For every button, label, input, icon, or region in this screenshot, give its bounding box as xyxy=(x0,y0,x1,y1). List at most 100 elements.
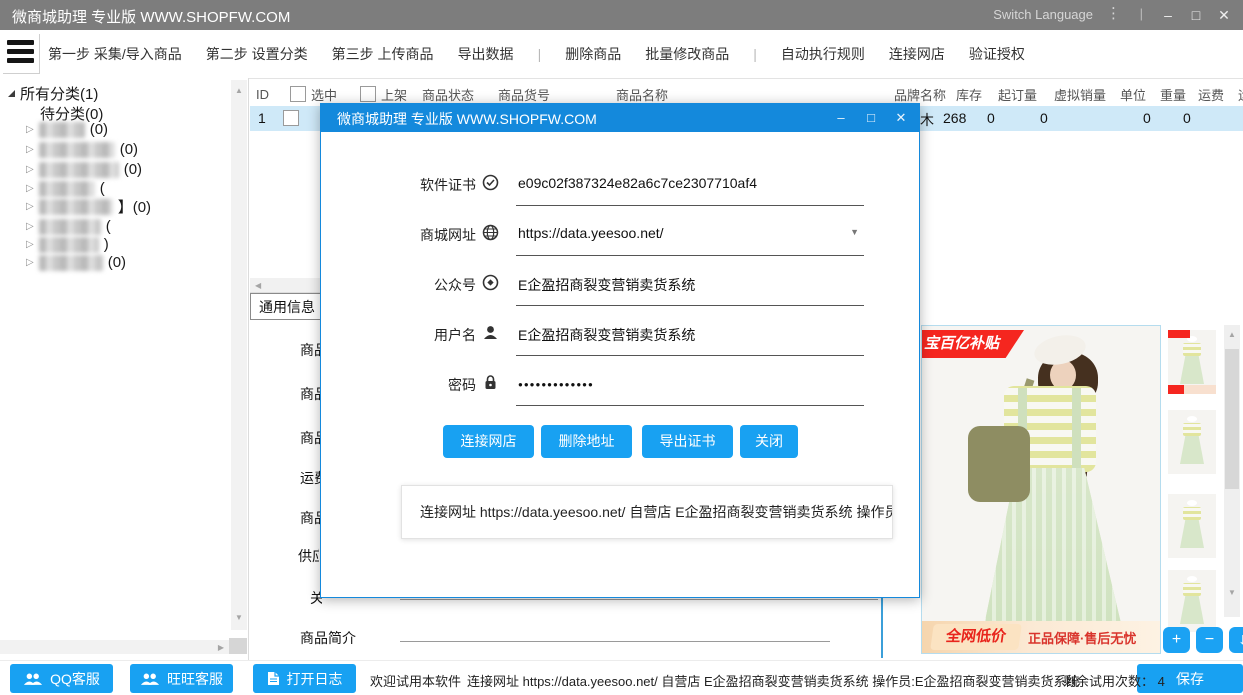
dialog-title: 微商城助理 专业版 WWW.SHOPFW.COM xyxy=(337,109,597,129)
scrollbar-thumb[interactable] xyxy=(1225,349,1239,489)
select-all-checkbox[interactable] xyxy=(290,86,306,102)
col-virtual-sales[interactable]: 虚拟销量 xyxy=(1054,85,1120,104)
tree-item-censored[interactable]: ▷ ) xyxy=(26,235,109,254)
dialog-minimize-button[interactable]: – xyxy=(829,106,853,130)
figure-bag-art xyxy=(968,426,1030,502)
tree-item-censored[interactable]: ▷ (0) xyxy=(26,160,142,179)
menu-step2-category[interactable]: 第二步 设置分类 xyxy=(206,44,308,64)
qq-support-button[interactable]: QQ客服 xyxy=(10,664,113,693)
tree-item-censored[interactable]: ▷ (0) xyxy=(26,253,126,272)
thumbnail-4[interactable] xyxy=(1168,570,1216,632)
thumbnail-1[interactable] xyxy=(1168,330,1216,394)
tree-item-censored[interactable]: ▷ (0) xyxy=(26,120,108,139)
scroll-down-icon[interactable]: ▼ xyxy=(235,613,243,622)
certificate-field-row: 软件证书 e09c02f387324e82a6c7ce2307710af4 xyxy=(321,172,919,206)
tree-item-censored[interactable]: ▷ (0) xyxy=(26,140,138,159)
menu-verify-auth[interactable]: 验证授权 xyxy=(969,44,1025,64)
move-down-button[interactable]: ↓ xyxy=(1229,627,1243,653)
minimize-button[interactable]: – xyxy=(1155,3,1181,27)
keyword-input[interactable] xyxy=(400,599,878,600)
close-button[interactable]: ✕ xyxy=(1211,3,1237,27)
trial-count-text: 剩余试用次数： 4 xyxy=(1063,671,1165,690)
titlebar-separator: | xyxy=(1140,6,1143,21)
col-brand[interactable]: 品牌名称 xyxy=(894,85,956,104)
menu-delete-product[interactable]: 删除商品 xyxy=(565,44,621,64)
menu-auto-rules[interactable]: 自动执行规则 xyxy=(781,44,865,64)
tree-item-count: (0) xyxy=(124,161,142,178)
tree-root-all-categories[interactable]: 所有分类(1) xyxy=(8,84,98,103)
col-stock[interactable]: 库存 xyxy=(956,85,998,104)
menu-connect-shop[interactable]: 连接网店 xyxy=(889,44,945,64)
col-weight[interactable]: 重量 xyxy=(1160,85,1198,104)
col-listed[interactable]: 上架 xyxy=(360,85,422,104)
username-label: 用户名 xyxy=(379,325,476,345)
welcome-text: 欢迎试用本软件 xyxy=(370,671,461,690)
product-image-preview[interactable]: 宝百亿补贴 全网低价 正品保障·售后无忧 xyxy=(921,325,1161,654)
export-certificate-button[interactable]: 导出证书 xyxy=(642,425,733,458)
dialog-maximize-button[interactable]: □ xyxy=(859,106,883,130)
hamburger-menu-icon[interactable] xyxy=(2,33,39,73)
tree-item-censored[interactable]: ▷ ( xyxy=(26,217,111,236)
shop-url-select[interactable]: https://data.yeesoo.net/ xyxy=(518,225,664,241)
official-account-label: 公众号 xyxy=(379,275,476,295)
thumbnail-scrollbar[interactable]: ▲ ▼ xyxy=(1224,325,1240,617)
col-sku[interactable]: 商品货号 xyxy=(498,85,616,104)
password-input[interactable]: ●●●●●●●●●●●●● xyxy=(518,380,594,389)
scroll-left-icon[interactable]: ◀ xyxy=(255,281,261,290)
connect-shop-button[interactable]: 连接网店 xyxy=(443,425,534,458)
scroll-right-icon[interactable]: ▶ xyxy=(218,643,224,652)
censored-label xyxy=(39,219,101,235)
menu-export-data[interactable]: 导出数据 xyxy=(458,44,514,64)
maximize-button[interactable]: □ xyxy=(1183,3,1209,27)
menu-step1-import[interactable]: 第一步 采集/导入商品 xyxy=(48,44,182,64)
menu-step3-upload[interactable]: 第三步 上传商品 xyxy=(332,44,434,64)
dropdown-caret-icon[interactable]: ▼ xyxy=(850,227,859,237)
col-min-order[interactable]: 起订量 xyxy=(998,85,1054,104)
username-field-row: 用户名 E企盈招商裂变营销卖货系统 xyxy=(321,322,919,356)
zoom-in-button[interactable]: + xyxy=(1163,627,1190,653)
zoom-out-button[interactable]: − xyxy=(1196,627,1223,653)
subsidy-badge: 宝百亿补贴 xyxy=(922,330,1024,358)
delete-address-button[interactable]: 删除地址 xyxy=(541,425,632,458)
shop-url-field-row: 商城网址 https://data.yeesoo.net/ ▼ xyxy=(321,222,919,256)
thumb-banner xyxy=(1168,385,1216,394)
window-titlebar: 微商城助理 专业版 WWW.SHOPFW.COM Switch Language… xyxy=(0,0,1243,30)
menu-dots-icon[interactable]: ⋮ xyxy=(1106,4,1121,22)
sidebar-horizontal-scrollbar[interactable]: ▶ xyxy=(0,640,230,654)
thumbnail-3[interactable] xyxy=(1168,494,1216,558)
close-dialog-button[interactable]: 关闭 xyxy=(740,425,798,458)
official-account-input[interactable]: E企盈招商裂变营销卖货系统 xyxy=(518,275,695,295)
col-selected[interactable]: 选中 xyxy=(290,85,360,104)
tree-item-count: 】(0) xyxy=(118,196,151,217)
col-unit[interactable]: 单位 xyxy=(1120,85,1160,104)
col-shipping-template[interactable]: 运费模板 xyxy=(1238,85,1243,104)
guarantee-text: 正品保障·售后无忧 xyxy=(1028,628,1136,647)
scroll-down-icon[interactable]: ▼ xyxy=(1228,588,1236,597)
window-title: 微商城助理 专业版 WWW.SHOPFW.COM xyxy=(12,6,290,27)
description-input[interactable] xyxy=(400,641,830,642)
scroll-up-icon[interactable]: ▲ xyxy=(1228,330,1236,339)
wangwang-support-button[interactable]: 旺旺客服 xyxy=(130,664,233,693)
password-field-row: 密码 ●●●●●●●●●●●●● xyxy=(321,372,919,406)
scroll-up-icon[interactable]: ▲ xyxy=(235,86,243,95)
certificate-input[interactable]: e09c02f387324e82a6c7ce2307710af4 xyxy=(518,175,757,191)
tree-item-censored[interactable]: ▷ 】(0) xyxy=(26,197,151,216)
list-all-checkbox[interactable] xyxy=(360,86,376,102)
menu-batch-edit[interactable]: 批量修改商品 xyxy=(645,44,729,64)
thumbnail-2[interactable] xyxy=(1168,410,1216,474)
row-checkbox[interactable] xyxy=(283,110,299,126)
col-shipping[interactable]: 运费 xyxy=(1198,85,1238,104)
user-icon xyxy=(482,324,499,341)
col-status[interactable]: 商品状态 xyxy=(422,85,498,104)
sidebar-vertical-scrollbar[interactable]: ▲ ▼ xyxy=(231,80,247,630)
username-input[interactable]: E企盈招商裂变营销卖货系统 xyxy=(518,325,695,345)
tree-collapsed-icon: ▷ xyxy=(26,125,34,135)
col-id[interactable]: ID xyxy=(250,87,290,102)
dialog-close-button[interactable]: ✕ xyxy=(889,106,913,130)
col-name[interactable]: 商品名称 xyxy=(616,85,894,104)
switch-language-button[interactable]: Switch Language xyxy=(993,7,1093,22)
tree-item-censored[interactable]: ▷ ( xyxy=(26,179,105,198)
tree-item-count: ) xyxy=(104,236,109,253)
tab-general-info[interactable]: 通用信息 xyxy=(250,293,324,320)
open-log-button[interactable]: 打开日志 xyxy=(253,664,356,693)
